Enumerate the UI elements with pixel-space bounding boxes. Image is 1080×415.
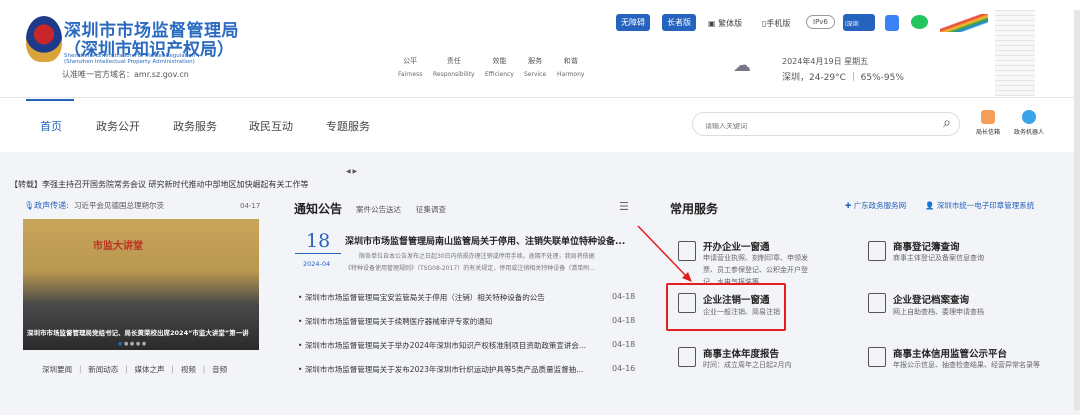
featured-month: 2024-04 xyxy=(303,260,331,268)
date-divider xyxy=(295,253,341,254)
weather-icon: ☁ xyxy=(733,55,751,76)
weather-info: 深圳，24-29°C ｜ 65%-95% xyxy=(782,73,904,83)
annotation-arrow xyxy=(637,225,692,282)
user-icon: 👤 xyxy=(925,201,935,210)
services-title: 常用服务 xyxy=(670,202,719,216)
headline-link[interactable]: 【转载】李强主持召开国务院常务会议 研究新时代推动中部地区加快崛起有关工作等 xyxy=(10,179,309,190)
monitor-icon xyxy=(678,293,696,313)
service-registry-query[interactable]: 商事登记簿查询 xyxy=(893,239,960,253)
tab-media[interactable]: 媒体之声 xyxy=(135,365,165,374)
featured-summary-2: 《特种设备使用管理规则》（TSG08-2017）的有关规定，停用或注销相关特种设… xyxy=(345,265,595,272)
traditional-icon: ▣ xyxy=(708,19,716,28)
search-icon[interactable]: ⌕ xyxy=(943,115,951,131)
notice-date: 04-18 xyxy=(612,340,636,349)
search-box: ⌕ xyxy=(692,112,960,136)
tab-surveys[interactable]: 征集调查 xyxy=(416,204,446,215)
emblem-logo xyxy=(26,16,62,62)
gov-robot[interactable]: 政务机器人 xyxy=(1014,110,1044,136)
notice-date: 04-18 xyxy=(612,316,636,325)
elderly-version-button[interactable]: 长者版 xyxy=(662,14,696,31)
official-domain: 认准唯一官方域名：amr.sz.gov.cn xyxy=(62,70,189,79)
tab-case-notices[interactable]: 案件公告送达 xyxy=(356,204,401,215)
featured-summary-1: 限各单位自本公告发布之日起30日内依规办理注销或停用手续。逾期不处理，我局将依据 xyxy=(359,253,595,260)
banner-sign: 市监大讲堂 xyxy=(93,241,143,252)
notice-date: 04-18 xyxy=(612,292,636,301)
search-input[interactable] xyxy=(705,123,925,130)
service-archive-query[interactable]: 企业登记档案查询 xyxy=(893,292,969,306)
guangdong-gov-link[interactable]: ✚ 广东政务服务网 xyxy=(845,200,906,211)
featured-notice-title[interactable]: 深圳市市场监督管理局南山监管局关于停用、注销失联单位特种设备... xyxy=(345,234,625,247)
clipboard-icon xyxy=(868,347,886,367)
notice-item[interactable]: • 深圳市市场监督管理局宝安监管局关于停用（注销）相关特种设备的公告 xyxy=(298,292,545,303)
report-icon xyxy=(678,347,696,367)
director-mailbox[interactable]: 局长信箱 xyxy=(976,110,1000,136)
service-desc: 年报公示信息、抽查检查结果、经营异常名录等 xyxy=(893,361,1040,369)
notice-date: 04-16 xyxy=(612,364,636,373)
traditional-chinese-link[interactable]: ▣ 繁体版 xyxy=(708,18,742,29)
notice-item[interactable]: • 深圳市市场监督管理局关于发布2023年深圳市针织运动护具等5类产品质量监督抽… xyxy=(298,364,583,375)
more-menu-icon[interactable]: ☰ xyxy=(619,200,629,213)
ipv6-badge[interactable]: IPv6 xyxy=(806,15,835,29)
banner-caption: 深圳市市场监督管理局党组书记、局长黄荣校出席2024“市监大讲堂”第一讲 xyxy=(27,329,249,337)
nav-gov-services[interactable]: 政务服务 xyxy=(173,118,217,134)
notice-item[interactable]: • 深圳市市场监督管理局关于举办2024年深圳市知识产权核准制项目资助政策宣讲会… xyxy=(298,340,586,351)
service-annual-report[interactable]: 商事主体年度报告 xyxy=(703,346,779,360)
carousel-dots[interactable]: ● ● ● ● ● xyxy=(118,341,146,347)
wechat-icon[interactable] xyxy=(911,15,928,29)
weather-date: 2024年4月19日 星期五 xyxy=(782,57,869,66)
voice-ticker[interactable]: 🎙政声传递: 习近平会见德国总理朔尔茨 xyxy=(24,200,164,211)
nav-interaction[interactable]: 政民互动 xyxy=(249,118,293,134)
microphone-icon: 🎙 xyxy=(24,201,35,210)
robot-icon xyxy=(1022,110,1036,124)
e-seal-link[interactable]: 👤 深圳市统一电子印章管理系统 xyxy=(925,200,1034,211)
service-desc: 时间：成立周年之日起2月内 xyxy=(703,361,792,369)
service-open-business[interactable]: 开办企业一窗通 xyxy=(703,239,770,253)
service-credit-platform[interactable]: 商事主体信用监管公示平台 xyxy=(893,346,1007,360)
value-fairness: 公平 Fairness xyxy=(398,57,423,78)
service-desc: 商事主体登记及备案信息查询 xyxy=(893,254,984,262)
service-business-deregistration[interactable]: 企业注销一窗通 xyxy=(703,292,770,306)
notice-item[interactable]: • 深圳市市场监督管理局关于续聘医疗器械审评专家的通知 xyxy=(298,316,492,327)
news-banner[interactable]: 市监大讲堂 深圳市市场监督管理局党组书记、局长黄荣校出席2024“市监大讲堂”第… xyxy=(23,219,259,350)
value-responsibility: 责任 Responsibility xyxy=(433,57,475,78)
tab-audio[interactable]: 音频 xyxy=(212,365,227,374)
archive-icon xyxy=(868,293,886,313)
nav-home[interactable]: 首页 xyxy=(40,118,62,134)
mailbox-icon xyxy=(981,110,995,124)
value-service: 服务 Service xyxy=(524,57,547,78)
value-efficiency: 效能 Efficiency xyxy=(485,57,514,78)
tab-video[interactable]: 视频 xyxy=(181,365,196,374)
mobile-version-link[interactable]: ▯手机版 xyxy=(762,18,790,29)
headline-arrows[interactable]: ◀ ▶ xyxy=(346,168,357,175)
document-search-icon xyxy=(868,241,886,261)
scrollbar[interactable] xyxy=(1074,10,1080,410)
news-tabs: 深圳要闻 ｜ 新闻动态 ｜ 媒体之声 ｜ 视频 ｜ 音频 xyxy=(42,365,228,374)
accessibility-button[interactable]: 无障碍 xyxy=(616,14,650,31)
service-desc: 网上自助查档、委理申请查档 xyxy=(893,308,984,316)
notice-title[interactable]: 通知公告 xyxy=(294,200,342,217)
voice-date: 04-17 xyxy=(240,202,261,210)
gov-service-icon: ✚ xyxy=(845,201,852,210)
tab-shenzhen-news[interactable]: 深圳要闻 xyxy=(42,365,72,374)
nav-gov-affairs[interactable]: 政务公开 xyxy=(96,118,140,134)
value-harmony: 和谐 Harmony xyxy=(557,57,585,78)
nav-topics[interactable]: 专题服务 xyxy=(326,118,370,134)
active-nav-indicator xyxy=(26,99,74,101)
featured-day: 18 xyxy=(306,230,331,252)
tab-news-updates[interactable]: 新闻动态 xyxy=(88,365,118,374)
app-icon[interactable] xyxy=(885,15,899,31)
site-title-en: Shenzhen Administration For Market Regul… xyxy=(64,53,196,65)
service-desc: 企业一般注销、简易注销 xyxy=(703,308,780,316)
building-illustration xyxy=(995,10,1035,96)
shenzhen-logo xyxy=(940,14,988,32)
app-link[interactable]: i深圳 xyxy=(843,14,875,31)
